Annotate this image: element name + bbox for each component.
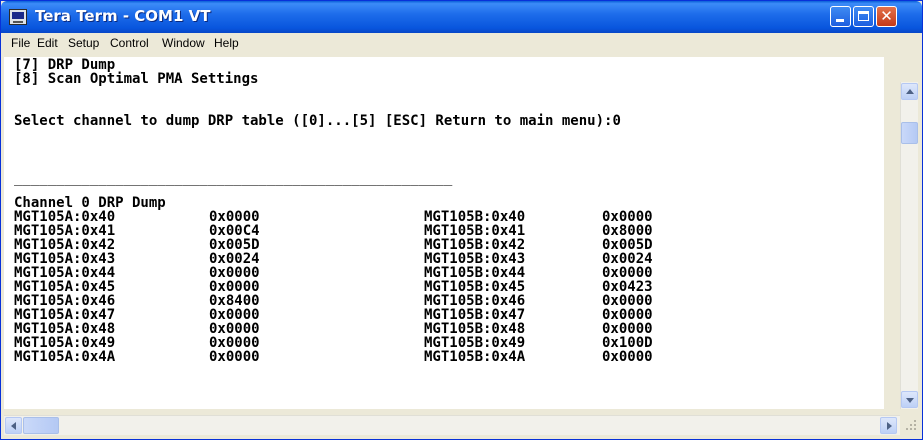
- menu-file[interactable]: File: [11, 36, 30, 50]
- separator-line: ________________________________________…: [14, 170, 453, 186]
- terminal-line: [8] Scan Optimal PMA Settings: [14, 71, 259, 87]
- close-icon: ✕: [880, 7, 893, 25]
- menu-help[interactable]: Help: [214, 36, 239, 50]
- menu-setup[interactable]: Setup: [68, 36, 99, 50]
- vertical-scroll-thumb[interactable]: [901, 122, 918, 144]
- scroll-right-button[interactable]: [880, 417, 897, 434]
- value-a: 0x0000: [209, 349, 260, 365]
- register-a: MGT105A:0x4A: [14, 349, 116, 365]
- terminal-prompt: Select channel to dump DRP table ([0]...…: [14, 113, 621, 129]
- arrow-up-icon: [906, 89, 914, 94]
- scroll-left-button[interactable]: [5, 417, 22, 434]
- minimize-button[interactable]: [830, 6, 851, 27]
- register-b: MGT105B:0x4A: [424, 349, 526, 365]
- minimize-icon: [836, 19, 844, 22]
- horizontal-scrollbar[interactable]: [4, 415, 900, 435]
- window-title: Tera Term - COM1 VT: [35, 7, 211, 25]
- close-button[interactable]: ✕: [876, 6, 897, 27]
- menu-bar: File Edit Setup Control Window Help: [4, 33, 919, 55]
- arrow-right-icon: [887, 422, 892, 430]
- tera-term-window: Tera Term - COM1 VT ✕ File Edit Setup Co…: [0, 0, 923, 440]
- vertical-scrollbar[interactable]: [900, 82, 918, 409]
- horizontal-scroll-thumb[interactable]: [23, 417, 59, 434]
- arrow-down-icon: [906, 398, 914, 403]
- scroll-up-button[interactable]: [901, 83, 918, 100]
- menu-edit[interactable]: Edit: [37, 36, 58, 50]
- scroll-down-button[interactable]: [901, 391, 918, 408]
- title-bar[interactable]: Tera Term - COM1 VT ✕: [1, 1, 922, 33]
- tera-term-icon[interactable]: [9, 9, 27, 25]
- menu-window[interactable]: Window: [162, 36, 205, 50]
- value-b: 0x0000: [602, 349, 653, 365]
- resize-grip-icon[interactable]: [902, 416, 918, 432]
- maximize-icon: [858, 11, 869, 21]
- menu-control[interactable]: Control: [110, 36, 149, 50]
- terminal-screen[interactable]: [7] DRP Dump [8] Scan Optimal PMA Settin…: [4, 57, 884, 409]
- maximize-button[interactable]: [853, 6, 874, 27]
- arrow-left-icon: [11, 422, 16, 430]
